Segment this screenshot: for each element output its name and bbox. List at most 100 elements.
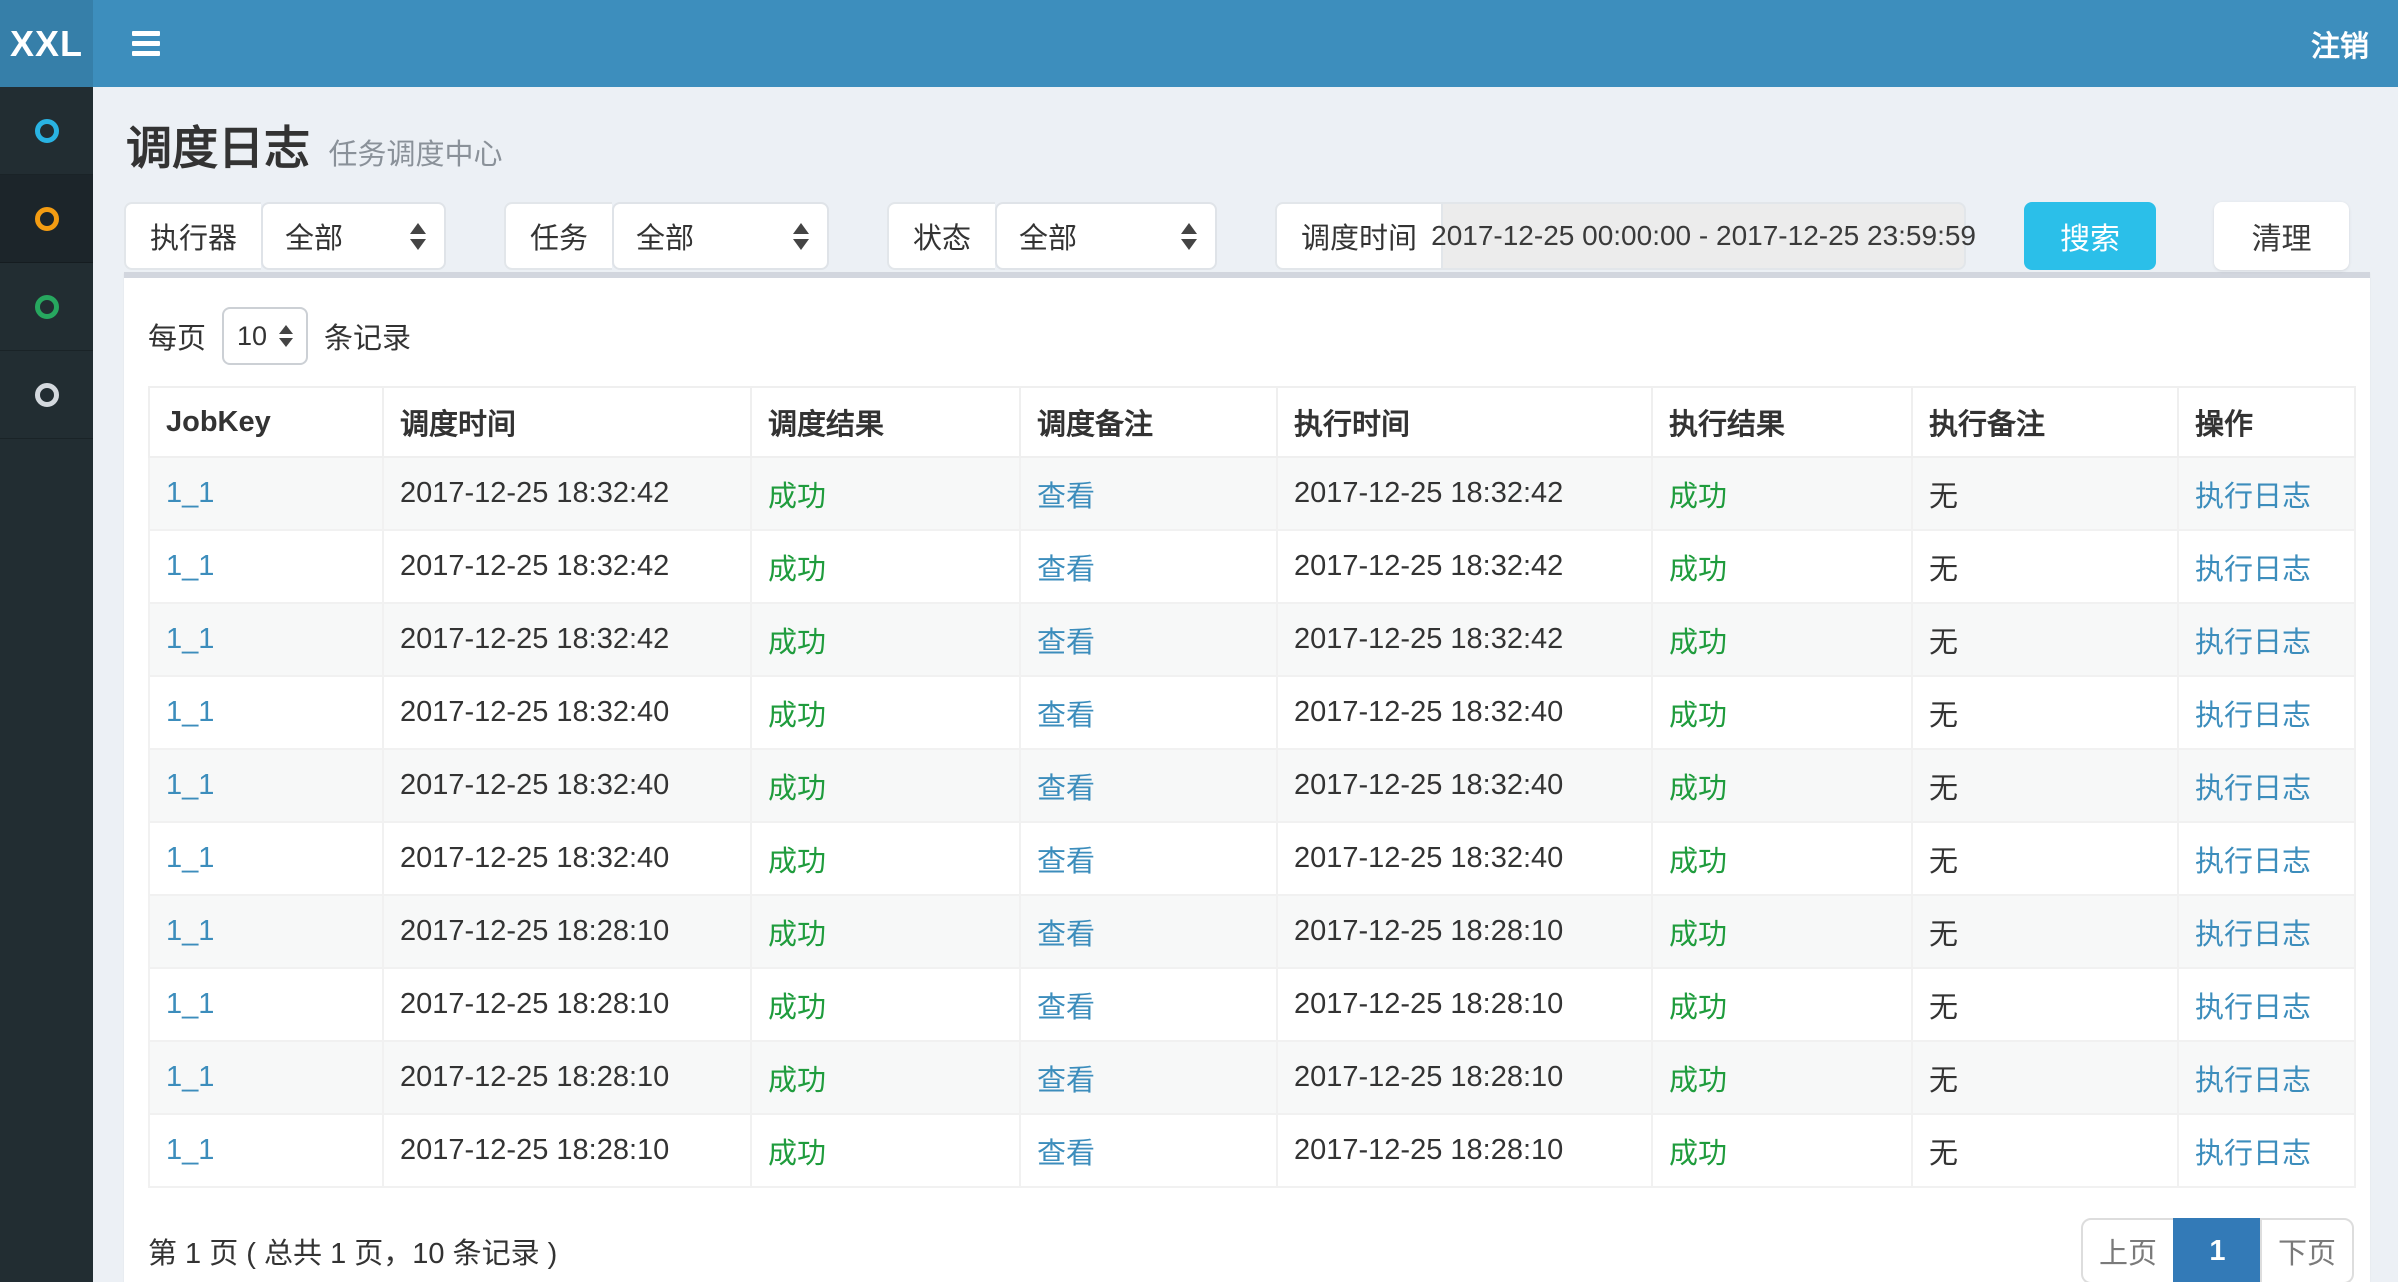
time-range-input[interactable]: 2017-12-25 00:00:00 - 2017-12-25 23:59:5… <box>1441 202 1966 270</box>
log-table: JobKey调度时间调度结果调度备注执行时间执行结果执行备注操作 1_1 2017… <box>148 386 2356 1188</box>
cell-jobkey-link: 1_1 <box>149 1114 383 1187</box>
trigger-msg-link[interactable]: 查看 <box>1037 481 1095 513</box>
cell-handle-msg: 无 <box>1912 603 2178 676</box>
cell-handle-time: 2017-12-25 18:28:10 <box>1277 895 1652 968</box>
sidebar-toggle-button[interactable] <box>126 25 166 62</box>
trigger-msg-link[interactable]: 查看 <box>1037 1138 1095 1170</box>
exec-log-link[interactable]: 执行日志 <box>2195 1065 2311 1097</box>
cell-handle-time: 2017-12-25 18:28:10 <box>1277 1114 1652 1187</box>
trigger-msg-link[interactable]: 查看 <box>1037 1065 1095 1097</box>
trigger-result: 成功 <box>768 773 826 805</box>
jobkey-link[interactable]: 1_1 <box>166 623 214 655</box>
table-row: 1_1 2017-12-25 18:32:42 成功 查看 2017-12-25 18:… <box>149 603 2355 676</box>
table-row: 1_12017-12-25 18:28:10成功查看2017-12-25 18:… <box>149 1114 2355 1187</box>
cell-exec-log-link: 执行日志 <box>2178 1041 2355 1114</box>
column-header: 执行备注 <box>1912 387 2178 457</box>
cell-exec-log-link: 执行日志 <box>2178 603 2355 676</box>
cell-exec-log-link: 执行日志 <box>2178 822 2355 895</box>
trigger-msg-link[interactable]: 查看 <box>1037 700 1095 732</box>
cell-trigger-time: 2017-12-25 18:32:42 <box>383 603 751 676</box>
handle-result: 成功 <box>1669 919 1727 951</box>
select-arrows-icon <box>279 325 293 347</box>
trigger-result: 成功 <box>768 919 826 951</box>
exec-log-link[interactable]: 执行日志 <box>2195 773 2311 805</box>
trigger-msg-link[interactable]: 查看 <box>1037 992 1095 1024</box>
cell-exec-log-link: 执行日志 <box>2178 530 2355 603</box>
exec-log-link[interactable]: 执行日志 <box>2195 700 2311 732</box>
column-header: 调度时间 <box>383 387 751 457</box>
executor-select[interactable]: 全部 <box>261 202 446 270</box>
trigger-msg-link[interactable]: 查看 <box>1037 919 1095 951</box>
cell-trigger-time: 2017-12-25 18:28:10 <box>383 968 751 1041</box>
trigger-msg-link[interactable]: 查看 <box>1037 554 1095 586</box>
table-row: 1_12017-12-25 18:28:10成功查看2017-12-25 18:… <box>149 968 2355 1041</box>
jobkey-link[interactable]: 1_1 <box>166 1061 214 1093</box>
exec-log-link[interactable]: 执行日志 <box>2195 554 2311 586</box>
jobkey-link[interactable]: 1_1 <box>166 1134 214 1166</box>
exec-log-link[interactable]: 执行日志 <box>2195 1138 2311 1170</box>
circle-o-icon <box>35 119 59 143</box>
current-page-button[interactable]: 1 <box>2173 1218 2262 1282</box>
trigger-msg-link[interactable]: 查看 <box>1037 773 1095 805</box>
sidebar-item-3[interactable] <box>0 263 93 351</box>
pagination-summary: 第 1 页 ( 总共 1 页，10 条记录 ) <box>148 1230 557 1272</box>
jobkey-link[interactable]: 1_1 <box>166 769 214 801</box>
time-filter-label: 调度时间 <box>1275 202 1441 270</box>
brand-logo[interactable]: XXL <box>0 0 93 87</box>
exec-log-link[interactable]: 执行日志 <box>2195 627 2311 659</box>
trigger-msg-link[interactable]: 查看 <box>1037 627 1095 659</box>
jobkey-link[interactable]: 1_1 <box>166 550 214 582</box>
clear-button[interactable]: 清理 <box>2214 202 2349 270</box>
search-button[interactable]: 搜索 <box>2024 202 2156 270</box>
executor-filter-label: 执行器 <box>124 202 261 270</box>
cell-handle-result: 成功 <box>1652 1041 1912 1114</box>
log-table-header-row: JobKey调度时间调度结果调度备注执行时间执行结果执行备注操作 <box>149 387 2355 457</box>
next-page-button[interactable]: 下页 <box>2260 1218 2354 1282</box>
job-select[interactable]: 全部 <box>612 202 829 270</box>
jobkey-link[interactable]: 1_1 <box>166 477 214 509</box>
handle-msg: 无 <box>1929 846 1958 878</box>
navbar-main: 注销 <box>93 0 2398 87</box>
trigger-time: 2017-12-25 18:28:10 <box>400 915 669 947</box>
table-row: 1_12017-12-25 18:32:42成功查看2017-12-25 18:… <box>149 530 2355 603</box>
column-header: 操作 <box>2178 387 2355 457</box>
cell-exec-log-link: 执行日志 <box>2178 457 2355 530</box>
exec-log-link[interactable]: 执行日志 <box>2195 481 2311 513</box>
sidebar-item-4[interactable] <box>0 351 93 439</box>
exec-log-link[interactable]: 执行日志 <box>2195 919 2311 951</box>
cell-handle-result: 成功 <box>1652 968 1912 1041</box>
status-select[interactable]: 全部 <box>995 202 1217 270</box>
main-content: 调度日志 任务调度中心 执行器 全部 任务 全部 状态 <box>93 87 2398 1282</box>
handle-time: 2017-12-25 18:32:42 <box>1294 623 1563 655</box>
page-size-prefix: 每页 <box>148 315 206 357</box>
executor-filter-group: 执行器 全部 <box>124 202 446 270</box>
jobkey-link[interactable]: 1_1 <box>166 696 214 728</box>
page-size-select[interactable]: 10 <box>222 307 308 365</box>
cell-handle-msg: 无 <box>1912 676 2178 749</box>
executor-select-value: 全部 <box>285 215 343 257</box>
cell-jobkey-link: 1_1 <box>149 1041 383 1114</box>
cell-trigger-time: 2017-12-25 18:32:40 <box>383 822 751 895</box>
jobkey-link[interactable]: 1_1 <box>166 988 214 1020</box>
exec-log-link[interactable]: 执行日志 <box>2195 992 2311 1024</box>
jobkey-link[interactable]: 1_1 <box>166 915 214 947</box>
trigger-result: 成功 <box>768 554 826 586</box>
cell-trigger-time: 2017-12-25 18:32:40 <box>383 676 751 749</box>
prev-page-button[interactable]: 上页 <box>2081 1218 2175 1282</box>
cell-trigger-msg-link: 查看 <box>1020 822 1277 895</box>
sidebar-item-2[interactable] <box>0 175 93 263</box>
exec-log-link[interactable]: 执行日志 <box>2195 846 2311 878</box>
trigger-msg-link[interactable]: 查看 <box>1037 846 1095 878</box>
table-row: 1_12017-12-25 18:32:42成功查看2017-12-25 18:… <box>149 457 2355 530</box>
column-header: 调度备注 <box>1020 387 1277 457</box>
handle-result: 成功 <box>1669 627 1727 659</box>
cell-trigger-time: 2017-12-25 18:32:40 <box>383 749 751 822</box>
cell-trigger-result: 成功 <box>751 822 1020 895</box>
sidebar-item-1[interactable] <box>0 87 93 175</box>
jobkey-link[interactable]: 1_1 <box>166 842 214 874</box>
handle-result: 成功 <box>1669 1065 1727 1097</box>
status-filter-label: 状态 <box>887 202 995 270</box>
cell-trigger-msg-link: 查看 <box>1020 749 1277 822</box>
logout-link[interactable]: 注销 <box>2311 23 2369 65</box>
trigger-result: 成功 <box>768 700 826 732</box>
